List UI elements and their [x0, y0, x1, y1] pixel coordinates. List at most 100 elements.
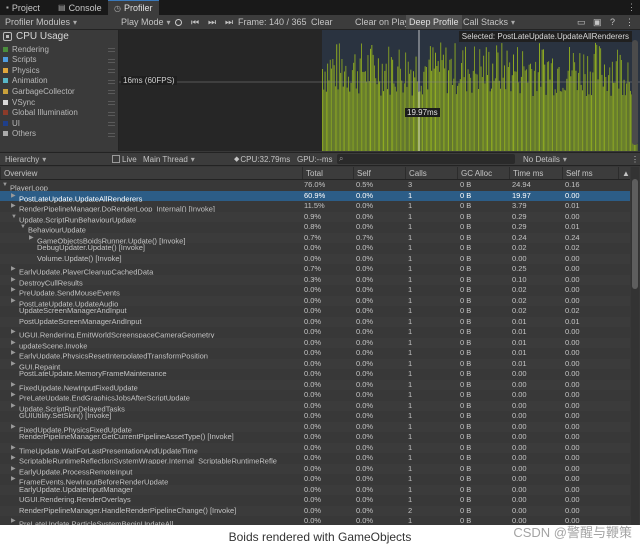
- collapse-arrow-icon[interactable]: ▶: [11, 359, 19, 370]
- collapse-arrow-icon[interactable]: ▶: [11, 401, 19, 412]
- clear-button[interactable]: Clear: [308, 15, 336, 29]
- table-row[interactable]: ▶ PostLateUpdate.UpdateAllRenderers 60.9% 0…: [0, 190, 630, 203]
- table-row[interactable]: ▼ PlayerLoop 76.0% 0.5% 3 0 B 24.94 0.16: [0, 180, 630, 193]
- table-row[interactable]: ▶ FixedUpdate.PhysicsFixedUpdate 0.0% 0.0% 1…: [0, 421, 630, 434]
- tab-project[interactable]: ▪ Project: [0, 0, 46, 15]
- table-row[interactable]: ▶ Update.ScriptRunDelayedTasks 0.0% 0.0% 1 0 …: [0, 400, 630, 413]
- table-row[interactable]: ▶ ScriptableRuntimeReflectionSystemWrappe…: [0, 453, 630, 466]
- table-row[interactable]: ▶ EarlyUpdate.ProcessRemoteInput 0.0% 0.0% 1…: [0, 463, 630, 476]
- load-button[interactable]: ▭: [574, 15, 589, 29]
- table-row[interactable]: RenderPipelineManager.GetCurrentPipeline…: [0, 432, 630, 443]
- legend-item[interactable]: Rendering: [3, 44, 115, 54]
- collapse-arrow-icon[interactable]: ▶: [11, 453, 19, 464]
- collapse-arrow-icon[interactable]: ▶: [11, 516, 19, 525]
- table-row[interactable]: ▼ BehaviourUpdate 0.8% 0.0% 1 0 B 0.29 0.01: [0, 222, 630, 235]
- table-row[interactable]: Volume.Update() [Invoke] 0.0% 0.0% 1 0 B 0.00…: [0, 253, 630, 264]
- collapse-arrow-icon[interactable]: ▶: [11, 380, 19, 391]
- legend-item[interactable]: Scripts: [3, 55, 115, 65]
- collapse-arrow-icon[interactable]: ▶: [11, 285, 19, 296]
- table-row[interactable]: ▶ RenderPipelineManager.DoRenderLoop_Inte…: [0, 201, 630, 214]
- details-dropdown[interactable]: No Details: [520, 153, 570, 165]
- table-row[interactable]: ▼ Update.ScriptRunBehaviourUpdate 0.9% 0.0%…: [0, 211, 630, 224]
- column-header[interactable]: Time ms: [509, 167, 562, 179]
- legend-item[interactable]: Animation: [3, 76, 115, 86]
- column-header[interactable]: Overview: [0, 167, 302, 179]
- view-mode-dropdown[interactable]: Hierarchy: [2, 153, 49, 165]
- table-row[interactable]: ▶ updateScene.Invoke 0.0% 0.0% 1 0 B 0.01 0.00: [0, 337, 630, 350]
- table-row[interactable]: UpdateScreenManagerAndInput 0.0% 0.0% 1 0 B 0…: [0, 306, 630, 317]
- first-frame-button[interactable]: ⏮: [188, 15, 202, 29]
- table-row[interactable]: UGUI.Rendering.RenderOverlays 0.0% 0.0% 1 0 …: [0, 495, 630, 506]
- legend-item[interactable]: VSync: [3, 97, 115, 107]
- collapse-arrow-icon[interactable]: ▶: [11, 464, 19, 475]
- table-row[interactable]: RenderPipelineManager.HandleRenderPipeli…: [0, 505, 630, 516]
- table-row[interactable]: PostLateUpdate.MemoryFrameMaintenance 0.0…: [0, 369, 630, 380]
- collapse-arrow-icon[interactable]: ▶: [11, 443, 19, 454]
- legend-item[interactable]: GarbageCollector: [3, 86, 115, 96]
- table-row[interactable]: ▶ PreLateUpdate.EndGraphicsJobsAfterScrip…: [0, 390, 630, 403]
- expand-arrow-icon[interactable]: ▼: [2, 180, 10, 191]
- column-header[interactable]: Self: [353, 167, 405, 179]
- scrollbar-thumb[interactable]: [632, 179, 638, 289]
- column-header[interactable]: GC Alloc: [457, 167, 509, 179]
- table-row[interactable]: ▶ UGUI.Rendering.EmitWorldScreenspaceCame…: [0, 327, 630, 340]
- collapse-arrow-icon[interactable]: ▶: [29, 233, 37, 244]
- column-header[interactable]: Self ms: [562, 167, 618, 179]
- collapse-arrow-icon[interactable]: ▶: [11, 201, 19, 212]
- table-row[interactable]: ▶ EarlyUpdate.PlayerCleanupCachedData 0.7%…: [0, 264, 630, 277]
- hierarchy-options-button[interactable]: ⋮: [628, 153, 640, 165]
- call-stacks-dropdown[interactable]: Call Stacks: [460, 15, 518, 29]
- tab-console[interactable]: ▤ Console: [52, 0, 108, 15]
- expand-arrow-icon[interactable]: ▼: [11, 212, 19, 223]
- search-input[interactable]: ⌕: [337, 154, 515, 164]
- profiler-modules-dropdown[interactable]: Profiler Modules: [2, 15, 80, 29]
- collapse-arrow-icon[interactable]: ▶: [11, 264, 19, 275]
- legend-item[interactable]: Physics: [3, 65, 115, 75]
- expand-arrow-icon[interactable]: ▼: [20, 222, 28, 233]
- table-row[interactable]: ▶ EarlyUpdate.PhysicsResetInterpolatedTra…: [0, 348, 630, 361]
- collapse-arrow-icon[interactable]: ▶: [11, 296, 19, 307]
- settings-button[interactable]: ⋮: [622, 15, 637, 29]
- table-row[interactable]: ▶ PreUpdate.SendMouseEvents 0.0% 0.0% 1 0 B 0.…: [0, 285, 630, 298]
- table-row[interactable]: PostUpdateScreenManagerAndInput 0.0% 0.0% 1…: [0, 316, 630, 327]
- table-row[interactable]: DebugUpdater.Update() [Invoke] 0.0% 0.0% 1 0…: [0, 243, 630, 254]
- clear-on-play-button[interactable]: Clear on Play: [352, 15, 412, 29]
- column-header[interactable]: Total: [302, 167, 353, 179]
- deep-profile-button[interactable]: Deep Profile: [406, 15, 462, 29]
- table-row[interactable]: ▶ FixedUpdate.NewInputFixedUpdate 0.0% 0.0%…: [0, 379, 630, 392]
- collapse-arrow-icon[interactable]: ▶: [11, 338, 19, 349]
- collapse-arrow-icon[interactable]: ▶: [11, 422, 19, 433]
- table-row[interactable]: EarlyUpdate.UpdateInputManager 0.0% 0.0% 1 0…: [0, 484, 630, 495]
- table-scrollbar[interactable]: [631, 167, 639, 525]
- table-row[interactable]: ▶ GUI.Repaint 0.0% 0.0% 1 0 B 0.01 0.00: [0, 358, 630, 371]
- column-header[interactable]: Calls: [405, 167, 457, 179]
- collapse-arrow-icon[interactable]: ▶: [11, 474, 19, 485]
- table-row[interactable]: ▶ PostLateUpdate.UpdateAudio 0.0% 0.0% 1 0 B0…: [0, 295, 630, 308]
- more-options-icon[interactable]: ⋮: [627, 2, 636, 13]
- last-frame-button[interactable]: ⏭: [222, 15, 236, 29]
- legend-item[interactable]: Global Illumination: [3, 108, 115, 118]
- collapse-arrow-icon[interactable]: ▶: [11, 390, 19, 401]
- cpu-usage-module[interactable]: CPU Usage Rendering Scripts Physics Animati…: [0, 30, 119, 151]
- table-row[interactable]: ▶ DestroyCullResults 0.3% 0.0% 1 0 B 0.10 0.00: [0, 274, 630, 287]
- table-row[interactable]: ▶ GameObjectsBoidsRunner.Update() [Invoke…: [0, 232, 630, 245]
- live-toggle[interactable]: Live: [112, 153, 137, 165]
- legend-item[interactable]: UI: [3, 118, 115, 128]
- legend-item[interactable]: Others: [3, 129, 115, 139]
- record-button[interactable]: [172, 15, 185, 29]
- tab-profiler[interactable]: ◷ Profiler: [108, 0, 159, 15]
- collapse-arrow-icon[interactable]: ▶: [11, 275, 19, 286]
- table-row[interactable]: ▶ FrameEvents.NewInputBeforeRenderUpdate 0…: [0, 474, 630, 487]
- collapse-arrow-icon[interactable]: ▶: [11, 327, 19, 338]
- table-row[interactable]: GUIUtility.SetSkin() [Invoke] 0.0% 0.0% 1 0 …: [0, 411, 630, 422]
- cpu-usage-chart[interactable]: Selected: PostLateUpdate.UpdateAllRender…: [119, 30, 640, 151]
- chart-scrollbar[interactable]: [632, 40, 638, 145]
- collapse-arrow-icon[interactable]: ▶: [11, 348, 19, 359]
- sort-arrow-icon[interactable]: ▲: [618, 167, 630, 179]
- thread-dropdown[interactable]: Main Thread: [140, 153, 198, 165]
- help-button[interactable]: ?: [607, 15, 618, 29]
- save-button[interactable]: ▣: [590, 15, 605, 29]
- table-row[interactable]: ▶ TimeUpdate.WaitForLastPresentationAndUp…: [0, 442, 630, 455]
- collapse-arrow-icon[interactable]: ▶: [11, 191, 19, 202]
- next-frame-button[interactable]: ⏭: [205, 15, 219, 29]
